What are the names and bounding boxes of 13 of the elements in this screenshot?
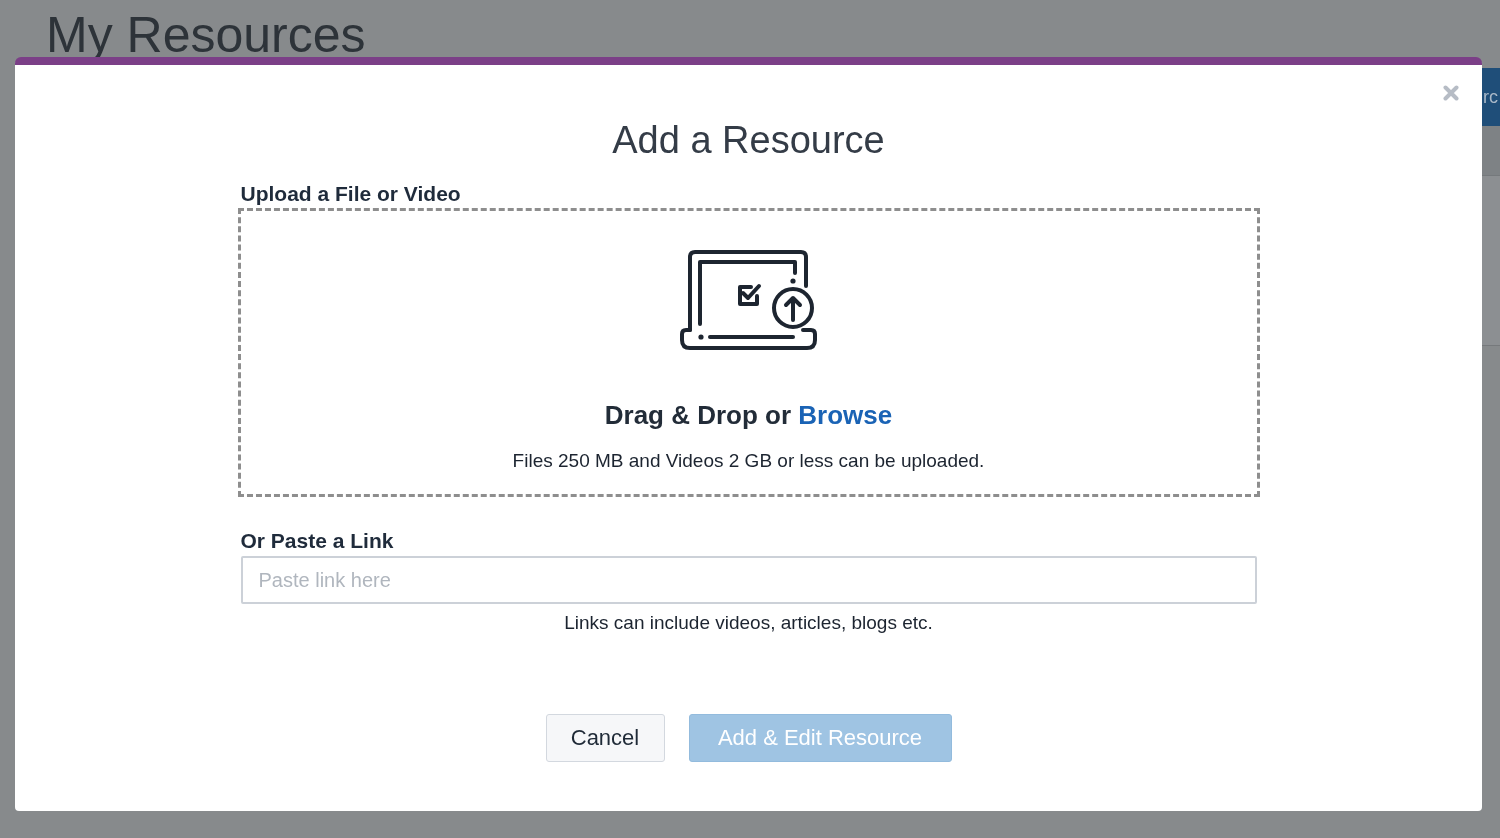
- link-input[interactable]: Paste link here: [240, 556, 1257, 604]
- cancel-button[interactable]: Cancel: [545, 714, 665, 762]
- laptop-upload-icon: [680, 250, 817, 351]
- browse-link[interactable]: Browse: [798, 400, 893, 430]
- dialog-title: Add a Resource: [611, 118, 886, 163]
- drop-zone[interactable]: Drag & Drop or Browse Files 250 MB and Videos 2 GB or less can be uploaded.: [237, 208, 1260, 497]
- upload-label: Upload a File or Video: [240, 181, 461, 207]
- drag-drop-text: Drag & Drop or Browse: [604, 399, 893, 431]
- link-label: Or Paste a Link: [240, 528, 394, 554]
- page-title: My Resources: [46, 10, 366, 60]
- upload-note: Files 250 MB and Videos 2 GB or less can be uploaded.: [512, 449, 985, 473]
- link-hint: Links can include videos, articles, blogs etc.: [564, 611, 933, 635]
- close-icon[interactable]: [1443, 85, 1459, 101]
